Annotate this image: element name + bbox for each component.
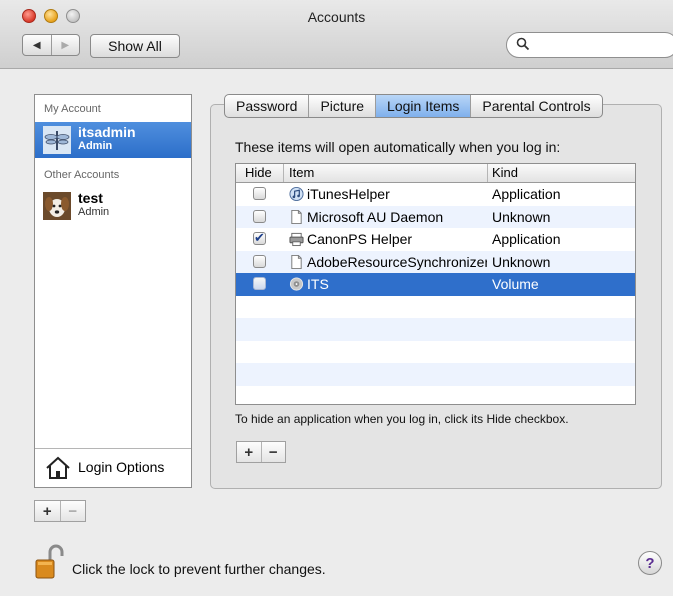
column-header-item[interactable]: Item	[289, 165, 314, 180]
search-icon	[516, 37, 530, 51]
printer-app-icon	[289, 232, 304, 247]
login-options-label: Login Options	[78, 459, 165, 475]
toolbar: Accounts ◀ ▶ Show All	[0, 0, 673, 69]
item-kind: Application	[492, 186, 561, 202]
item-kind: Unknown	[492, 253, 551, 270]
account-name: itsadmin	[78, 124, 136, 140]
back-arrow-icon: ◀	[32, 39, 41, 51]
accounts-window: Accounts ◀ ▶ Show All My Account itsadmi…	[0, 0, 673, 596]
item-kind: Application	[492, 231, 561, 247]
login-items-table: Hide Item Kind iTunesHelper Application	[235, 163, 636, 405]
item-name: CanonPS Helper	[307, 231, 413, 247]
dragonfly-avatar-icon	[43, 126, 71, 154]
item-kind: Unknown	[492, 208, 551, 225]
table-row[interactable]: AdobeResourceSynchronizer Unknown	[236, 250, 635, 273]
login-items-intro: These items will open automatically when…	[235, 139, 561, 155]
account-add-remove-control: + −	[34, 500, 86, 522]
account-role: Admin	[78, 140, 113, 152]
tab-login-items[interactable]: Login Items	[376, 95, 472, 117]
table-row[interactable]: ITS Volume	[236, 273, 635, 296]
forward-button[interactable]: ▶	[52, 35, 80, 55]
login-item-add-remove-control: + −	[236, 441, 286, 463]
empty-row	[236, 318, 635, 341]
login-options-item[interactable]: Login Options	[35, 448, 191, 487]
empty-row	[236, 363, 635, 386]
table-row[interactable]: Microsoft AU Daemon Unknown	[236, 205, 635, 228]
itunes-app-icon	[289, 186, 304, 202]
accounts-list: My Account itsadmin Admin Other Accounts	[34, 94, 192, 488]
tab-picture[interactable]: Picture	[309, 95, 377, 117]
column-header-hide[interactable]: Hide	[245, 165, 272, 180]
hide-checkbox[interactable]	[253, 187, 266, 200]
table-row[interactable]: CanonPS Helper Application	[236, 228, 635, 251]
empty-row	[236, 386, 635, 405]
volume-icon	[289, 277, 304, 291]
item-name: AdobeResourceSynchronizer	[307, 253, 487, 270]
hide-checkbox[interactable]	[253, 209, 266, 223]
hide-hint-text: To hide an application when you log in, …	[235, 412, 569, 426]
other-accounts-header: Other Accounts	[44, 169, 120, 181]
dog-avatar-icon	[43, 192, 71, 220]
column-header-kind[interactable]: Kind	[492, 165, 518, 180]
table-header: Hide Item Kind	[236, 164, 635, 183]
search-field[interactable]	[506, 32, 673, 58]
item-name: ITS	[307, 276, 329, 292]
tab-password[interactable]: Password	[225, 95, 310, 117]
add-login-item-button[interactable]: +	[237, 442, 262, 462]
account-role: Admin	[78, 206, 110, 218]
empty-row	[236, 341, 635, 364]
forward-arrow-icon: ▶	[61, 39, 70, 51]
document-icon	[291, 209, 302, 224]
empty-row	[236, 296, 635, 319]
help-button[interactable]: ?	[638, 551, 662, 575]
document-icon	[291, 254, 302, 269]
add-account-button[interactable]: +	[35, 501, 61, 521]
house-icon	[46, 456, 70, 479]
question-mark-icon: ?	[645, 554, 655, 572]
tab-bar: Password Picture Login Items Parental Co…	[224, 94, 603, 118]
back-forward-control: ◀ ▶	[22, 34, 80, 56]
hide-checkbox[interactable]	[253, 230, 266, 246]
account-name: test	[78, 190, 103, 206]
hide-checkbox[interactable]	[253, 277, 266, 290]
account-itsadmin[interactable]: itsadmin Admin	[35, 122, 191, 158]
my-account-header: My Account	[44, 103, 101, 115]
hide-checkbox[interactable]	[253, 254, 266, 268]
remove-account-button[interactable]: −	[61, 501, 86, 521]
window-title: Accounts	[307, 9, 366, 25]
remove-login-item-button[interactable]: −	[262, 442, 286, 462]
item-name: iTunesHelper	[307, 186, 390, 202]
item-kind: Volume	[492, 276, 539, 292]
back-button[interactable]: ◀	[23, 35, 52, 55]
column-divider	[283, 164, 284, 182]
lock-status-text: Click the lock to prevent further change…	[72, 561, 326, 577]
show-all-button[interactable]: Show All	[90, 34, 180, 58]
column-divider	[487, 164, 488, 182]
table-row[interactable]: iTunesHelper Application	[236, 183, 635, 206]
account-test[interactable]: test Admin	[35, 188, 191, 224]
search-input[interactable]	[535, 37, 669, 55]
item-name: Microsoft AU Daemon	[307, 208, 444, 225]
tab-parental-controls[interactable]: Parental Controls	[471, 95, 601, 117]
unlocked-padlock-icon[interactable]	[34, 544, 64, 580]
